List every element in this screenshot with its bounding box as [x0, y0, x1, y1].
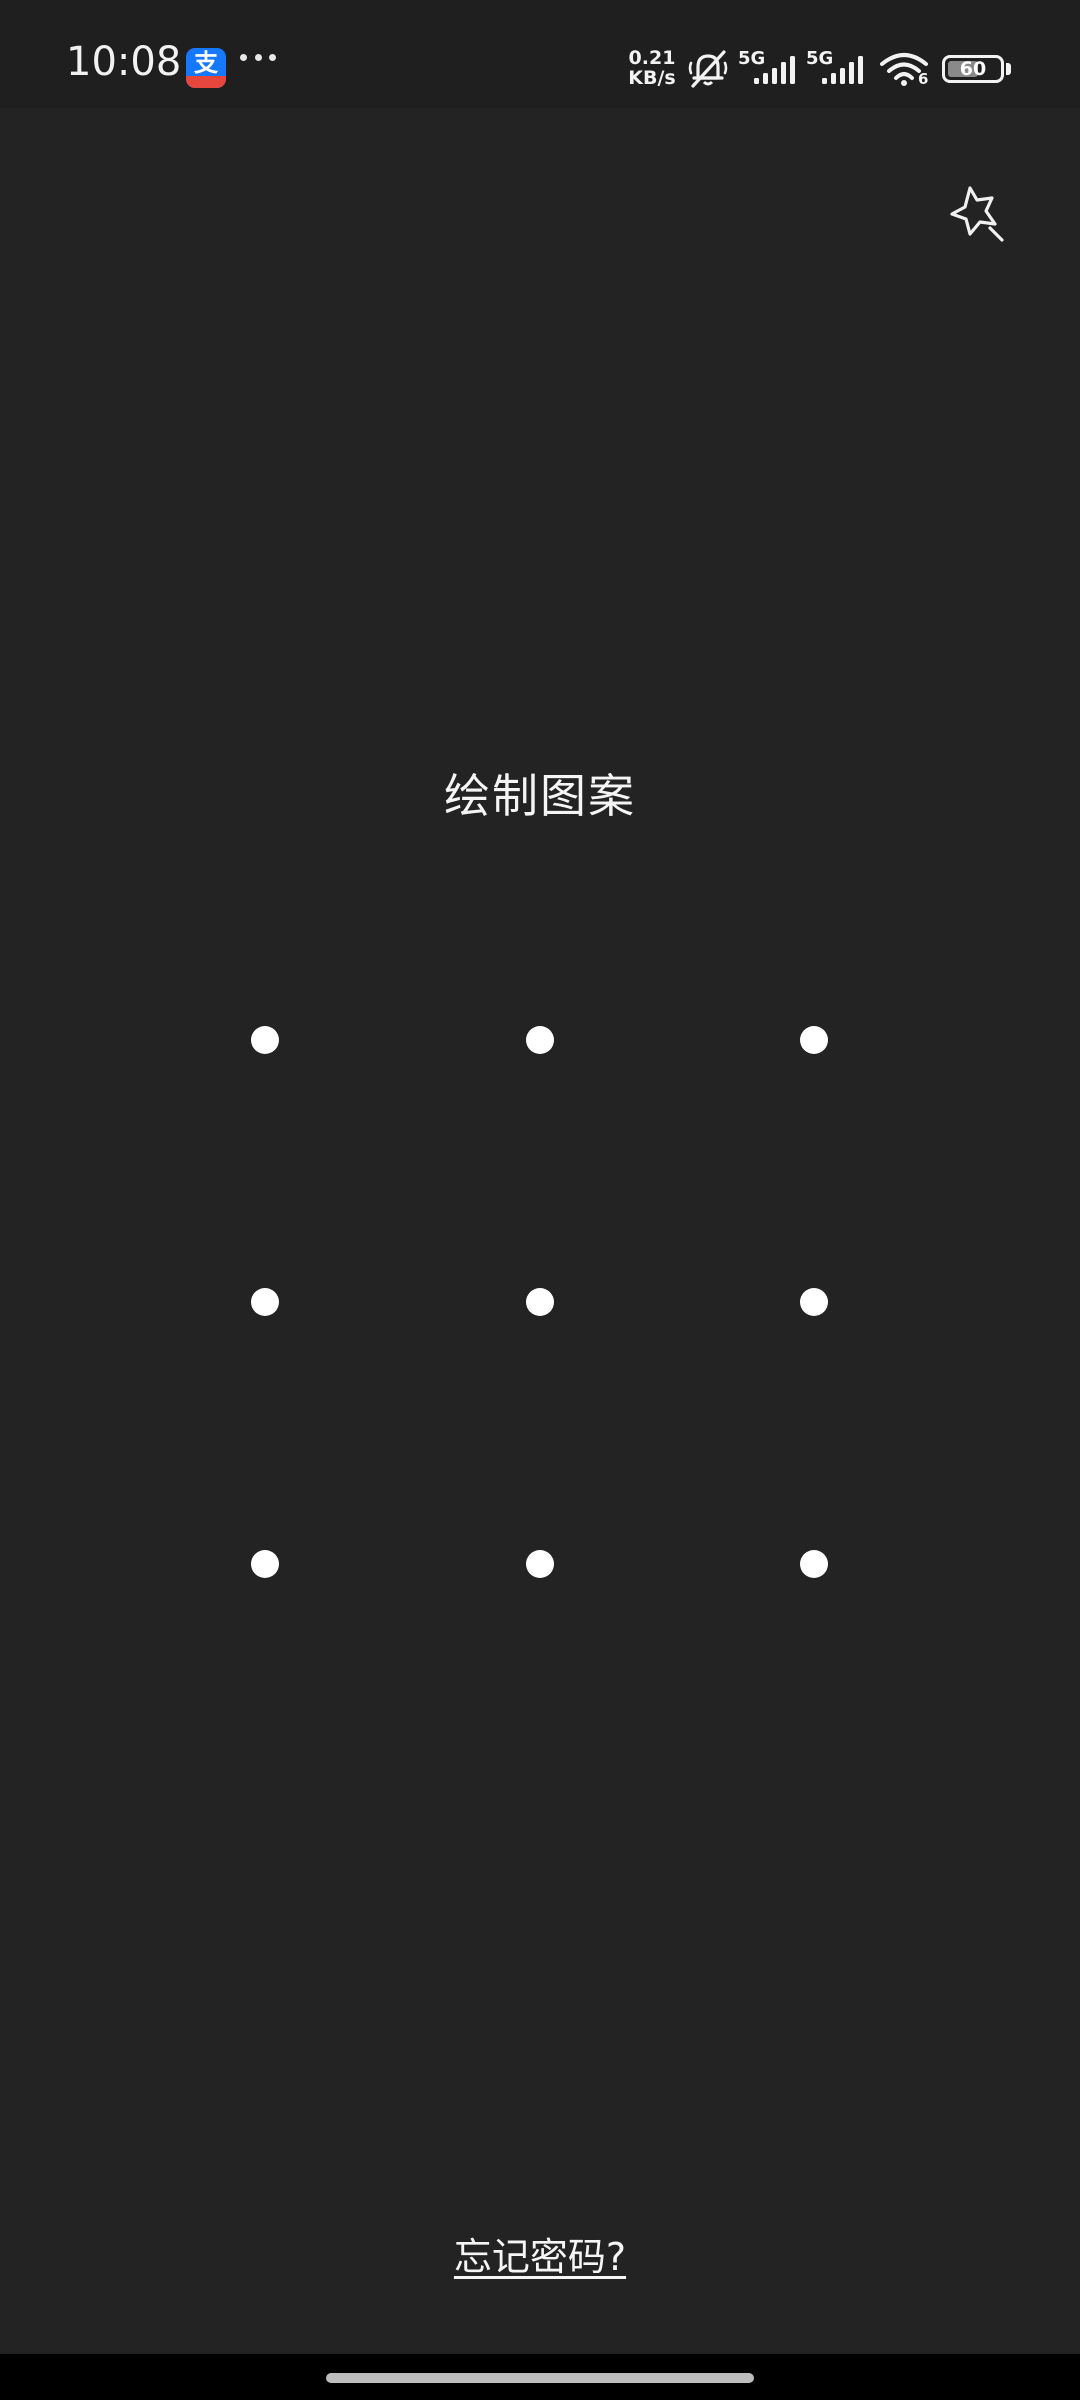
pattern-dot[interactable] [526, 1288, 554, 1316]
pattern-dot[interactable] [526, 1550, 554, 1578]
home-indicator[interactable] [326, 2373, 754, 2383]
pattern-dot[interactable] [251, 1026, 279, 1054]
pattern-dot[interactable] [526, 1026, 554, 1054]
pattern-dot[interactable] [251, 1550, 279, 1578]
navigation-bar [0, 2354, 1080, 2400]
pattern-dot[interactable] [251, 1288, 279, 1316]
pattern-lock-grid[interactable] [0, 0, 1080, 2400]
pattern-dot[interactable] [800, 1026, 828, 1054]
forgot-password-row: 忘记密码? [0, 2232, 1080, 2282]
pattern-dot[interactable] [800, 1550, 828, 1578]
pattern-dot[interactable] [800, 1288, 828, 1316]
forgot-password-link[interactable]: 忘记密码? [454, 2235, 626, 2279]
